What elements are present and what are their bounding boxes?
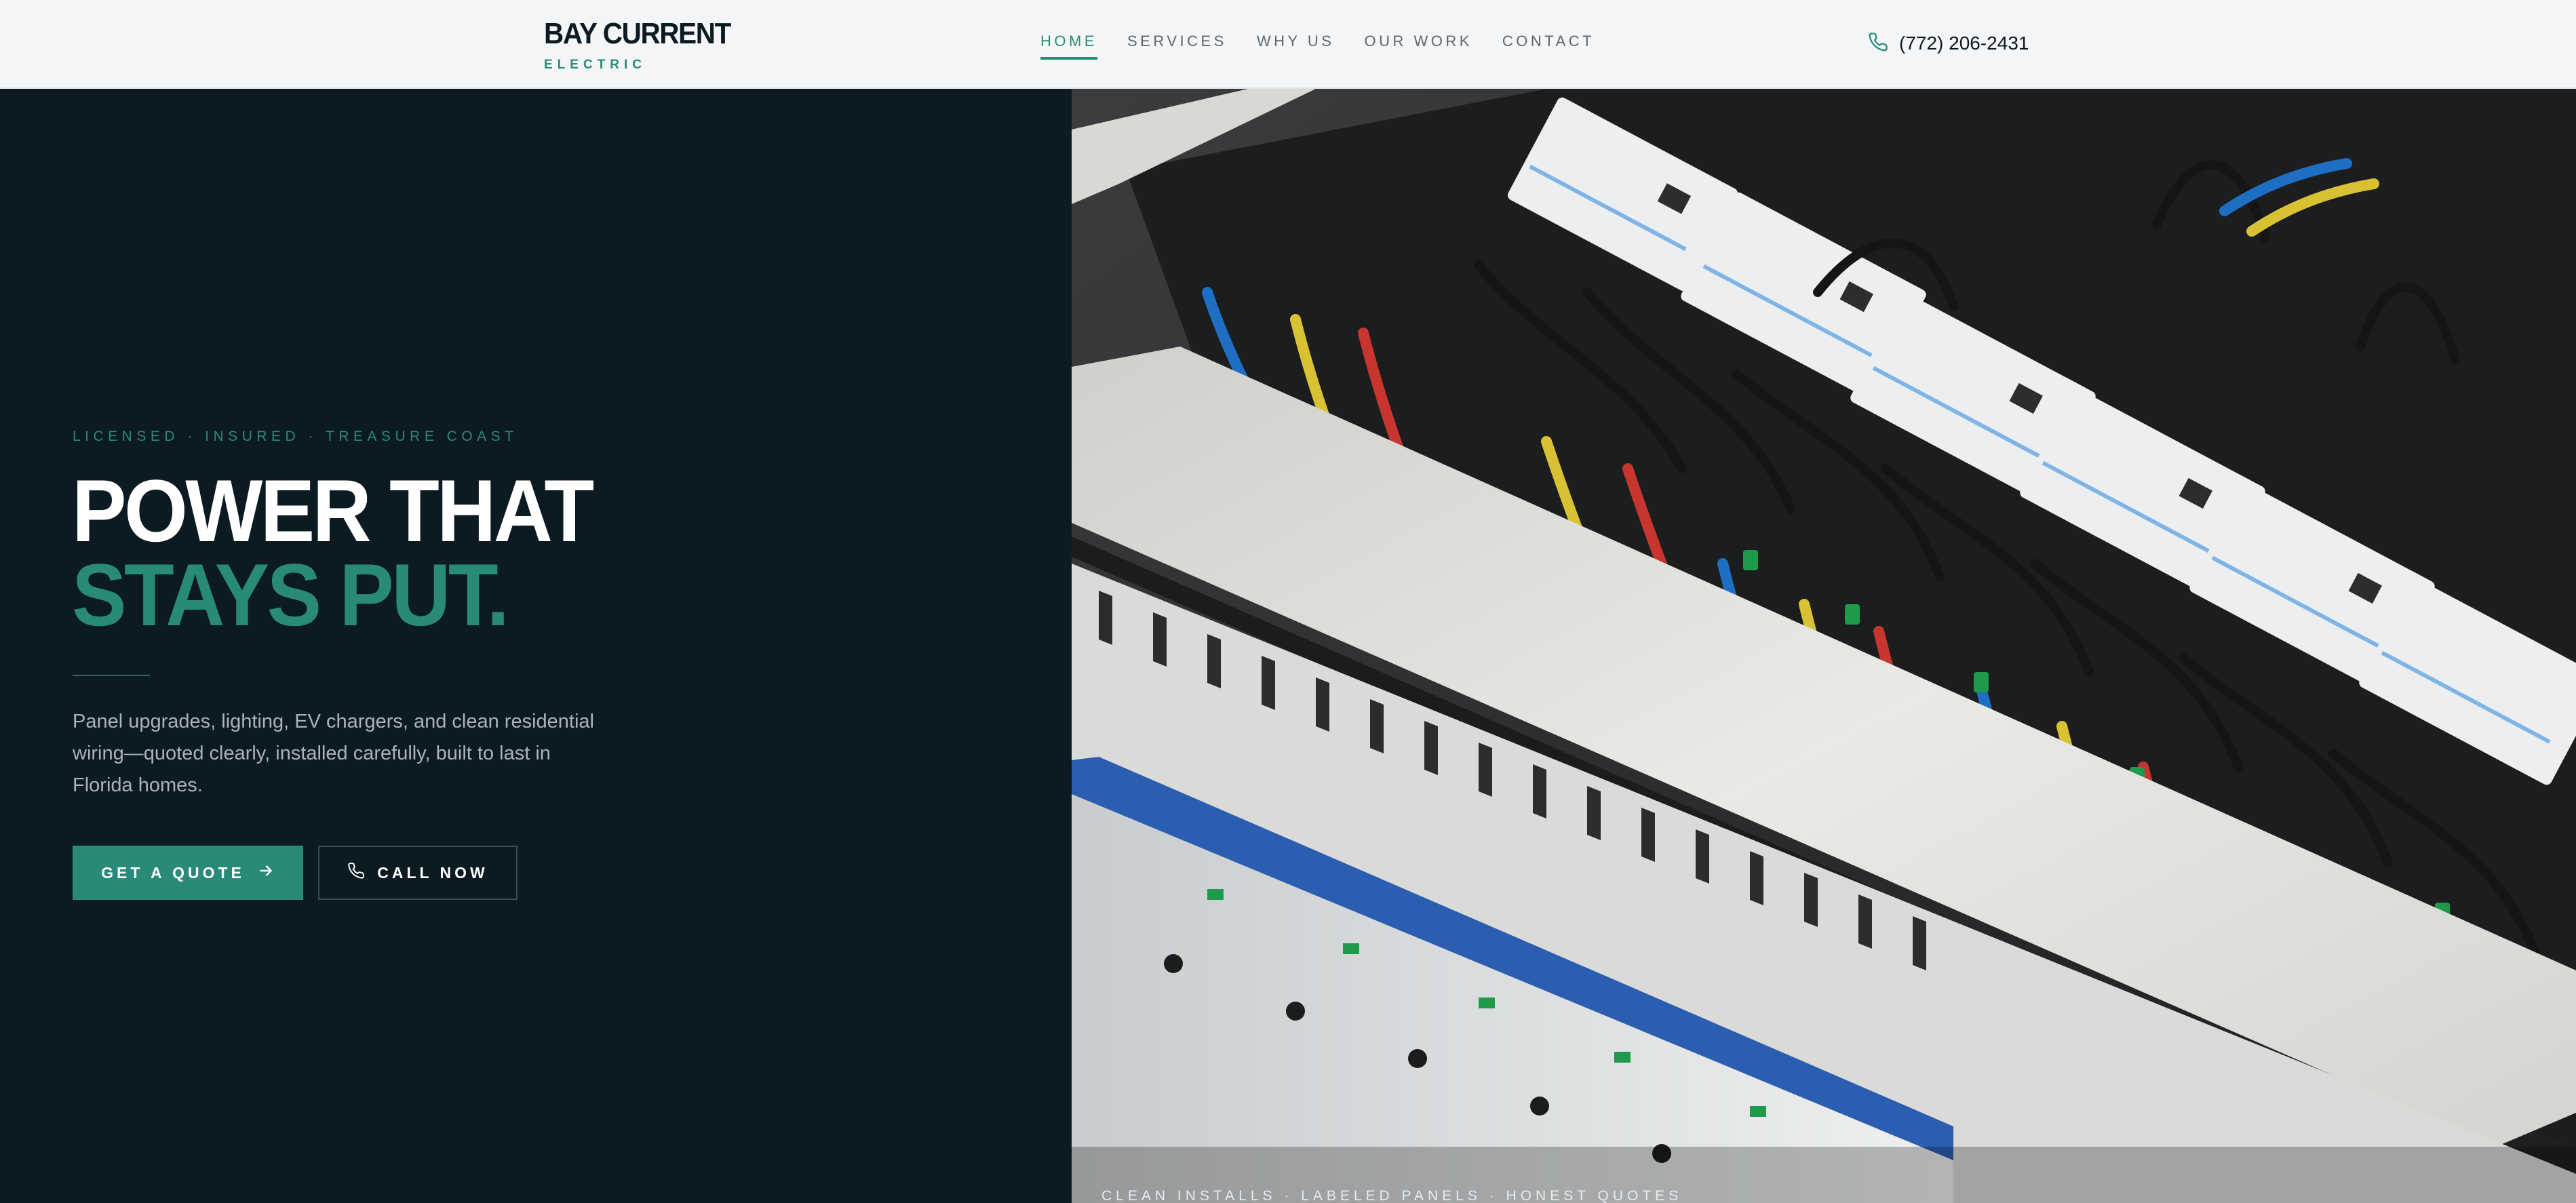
- get-a-quote-label: GET A QUOTE: [101, 863, 245, 882]
- hero-image-caption: CLEAN INSTALLS · LABELED PANELS · HONEST…: [1101, 1188, 1683, 1203]
- hero-headline: POWER THAT STAYS PUT.: [72, 461, 594, 644]
- hero-cta-row: GET A QUOTE CALL NOW: [73, 846, 518, 900]
- nav-item-why-us[interactable]: WHY US: [1257, 31, 1335, 60]
- nav-item-services[interactable]: SERVICES: [1127, 31, 1227, 60]
- get-a-quote-button[interactable]: GET A QUOTE: [73, 846, 303, 900]
- call-now-button[interactable]: CALL NOW: [318, 846, 518, 900]
- brand-name: BAY CURRENT: [544, 17, 731, 50]
- brand-tagline: ELECTRIC: [544, 58, 646, 72]
- hero-headline-line1: POWER THAT: [72, 461, 594, 560]
- site-header: BAY CURRENT ELECTRIC HOME SERVICES WHY U…: [0, 0, 2576, 89]
- brand-logo[interactable]: BAY CURRENT ELECTRIC: [544, 18, 747, 72]
- hero-content: LICENSED · INSURED · TREASURE COAST POWE…: [0, 89, 1072, 1203]
- hero-image: CLEAN INSTALLS · LABELED PANELS · HONEST…: [1072, 89, 2576, 1203]
- nav-item-our-work[interactable]: OUR WORK: [1364, 31, 1472, 60]
- header-phone-link[interactable]: (772) 206-2431: [1868, 30, 2029, 57]
- header-phone-number: (772) 206-2431: [1899, 33, 2029, 54]
- phone-icon: [347, 862, 365, 884]
- call-now-label: CALL NOW: [377, 863, 488, 882]
- nav-item-home[interactable]: HOME: [1040, 31, 1097, 60]
- electrical-panel-photo: [1072, 89, 2576, 1203]
- nav-item-contact[interactable]: CONTACT: [1502, 31, 1595, 60]
- arrow-right-icon: [257, 862, 275, 884]
- hero-eyebrow: LICENSED · INSURED · TREASURE COAST: [73, 429, 518, 444]
- hero-lead: Panel upgrades, lighting, EV chargers, a…: [73, 711, 594, 796]
- main-nav: HOME SERVICES WHY US OUR WORK CONTACT: [1040, 31, 1595, 60]
- phone-icon: [1868, 32, 1888, 56]
- hero-headline-line2: STAYS PUT.: [72, 545, 509, 644]
- hero-divider: [73, 675, 150, 676]
